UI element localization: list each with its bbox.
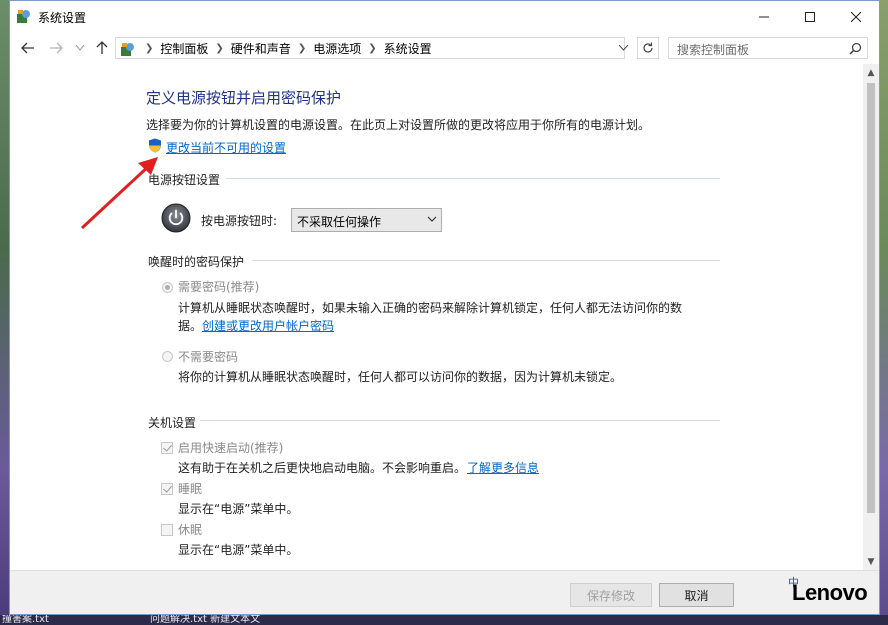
hibernate-label[interactable]: 休眠 [178,521,202,538]
search-input[interactable]: 搜索控制面板 [668,37,868,59]
breadcrumb-item[interactable]: 硬件和声音 [231,40,291,57]
main-content: 定义电源按钮并启用密码保护 选择要为你的计算机设置的电源设置。在此页上对设置所做… [10,64,863,570]
no-password-label[interactable]: 不需要密码 [178,348,238,365]
require-password-label[interactable]: 需要密码(推荐) [178,278,259,295]
breadcrumb-separator-icon[interactable]: ❯ [215,43,223,54]
power-button-action-select[interactable]: 不采取任何操作 [291,208,442,232]
refresh-button[interactable] [637,37,659,59]
control-panel-icon [17,10,30,23]
power-button-icon [161,203,191,233]
desktop-file-label[interactable]: 问题解决.txt 新建文本文 [150,615,260,625]
hibernate-checkbox[interactable] [161,524,173,536]
section-divider [226,178,720,179]
window-title: 系统设置 [38,11,87,25]
breadcrumb-item[interactable]: 控制面板 [160,40,208,57]
title-bar[interactable]: 系统设置 [10,1,879,32]
require-password-radio[interactable] [162,282,173,293]
maximize-button[interactable] [787,1,833,32]
change-unavailable-settings-link[interactable]: 更改当前不可用的设置 [166,139,286,156]
desktop-taskbar-strip: 撞害案.txt 问题解决.txt 新建文本文 [0,615,888,625]
forward-arrow-icon [50,42,63,54]
scroll-up-icon[interactable]: ▲ [863,64,879,81]
desktop-background-left [0,0,9,625]
create-password-link[interactable]: 创建或更改用户帐户密码 [202,317,334,334]
breadcrumb-separator-icon[interactable]: ❯ [298,43,306,54]
maximize-icon [805,11,815,22]
fast-startup-checkbox[interactable] [161,442,173,454]
minimize-icon [759,16,769,17]
sleep-description: 显示在“电源”菜单中。 [178,502,299,516]
breadcrumb-item[interactable]: 系统设置 [384,40,432,57]
require-password-description-end: 据。 [178,319,203,333]
power-button-label: 按电源按钮时: [201,214,278,228]
chevron-down-icon [618,45,628,51]
close-button[interactable] [833,1,879,32]
breadcrumb-item[interactable]: 电源选项 [313,40,361,57]
scrollbar-thumb[interactable] [867,83,875,513]
refresh-icon [643,42,653,53]
section-divider [200,420,720,421]
address-history-dropdown[interactable] [614,38,632,58]
chevron-down-icon [427,216,437,222]
fast-startup-description: 这有助于在关机之后更快地启动电脑。不会影响重启。 [178,461,467,475]
breadcrumb-separator-icon[interactable]: ❯ [145,43,153,54]
section-divider [252,260,720,261]
fast-startup-label[interactable]: 启用快速启动(推荐) [178,439,283,456]
password-section-title: 唤醒时的密码保护 [148,255,245,269]
cancel-button[interactable]: 取消 [659,583,734,607]
button-bar: 保存修改 取消 [10,570,879,614]
uac-shield-icon [149,138,161,153]
breadcrumb-separator-icon[interactable]: ❯ [368,43,376,54]
learn-more-link[interactable]: 了解更多信息 [467,459,539,476]
search-icon[interactable] [849,42,862,55]
power-button-section-title: 电源按钮设置 [148,173,221,187]
search-placeholder: 搜索控制面板 [677,43,750,57]
require-password-description: 计算机从睡眠状态唤醒时，如果未输入正确的密码来解除计算机锁定，任何人都无法访问你… [178,301,683,315]
no-password-description: 将你的计算机从睡眠状态唤醒时，任何人都可以访问你的数据，因为计算机未锁定。 [178,370,623,384]
close-icon [851,11,861,22]
no-password-radio[interactable] [162,351,173,362]
page-description: 选择要为你的计算机设置的电源设置。在此页上对设置所做的更改将应用于你所有的电源计… [146,118,651,132]
hibernate-description: 显示在“电源”菜单中。 [178,543,299,557]
desktop-file-label[interactable]: 撞害案.txt [2,615,49,625]
up-button[interactable] [92,39,112,57]
minimize-button[interactable] [741,1,787,32]
address-bar[interactable]: ❯ 控制面板 ❯ 硬件和声音 ❯ 电源选项 ❯ 系统设置 [115,37,625,59]
back-button[interactable] [18,39,38,57]
chevron-down-icon [76,45,84,51]
recent-locations-button[interactable] [70,39,90,57]
power-button-action-value: 不采取任何操作 [297,215,382,229]
vertical-scrollbar[interactable]: ▲ ▼ [863,64,879,570]
scroll-down-icon[interactable]: ▼ [863,553,879,570]
sleep-label[interactable]: 睡眠 [178,480,202,497]
desktop-background-right [880,0,888,625]
system-settings-window: 系统设置 ❯ 控制面板 ❯ 硬件和声音 ❯ 电源选项 ❯ 系统设置 搜索控制面板… [9,0,880,615]
lenovo-watermark: Lenovo [792,580,868,605]
page-title: 定义电源按钮并启用密码保护 [146,89,342,107]
forward-button[interactable] [46,39,66,57]
breadcrumb: ❯ 控制面板 ❯ 硬件和声音 ❯ 电源选项 ❯ 系统设置 [138,38,432,58]
control-panel-icon [121,43,134,56]
back-arrow-icon [21,42,34,54]
navigation-bar: ❯ 控制面板 ❯ 硬件和声音 ❯ 电源选项 ❯ 系统设置 搜索控制面板 [10,32,879,64]
save-changes-button[interactable]: 保存修改 [570,583,652,607]
shutdown-section-title: 关机设置 [148,416,197,430]
sleep-checkbox[interactable] [161,483,173,495]
up-arrow-icon [96,41,108,54]
